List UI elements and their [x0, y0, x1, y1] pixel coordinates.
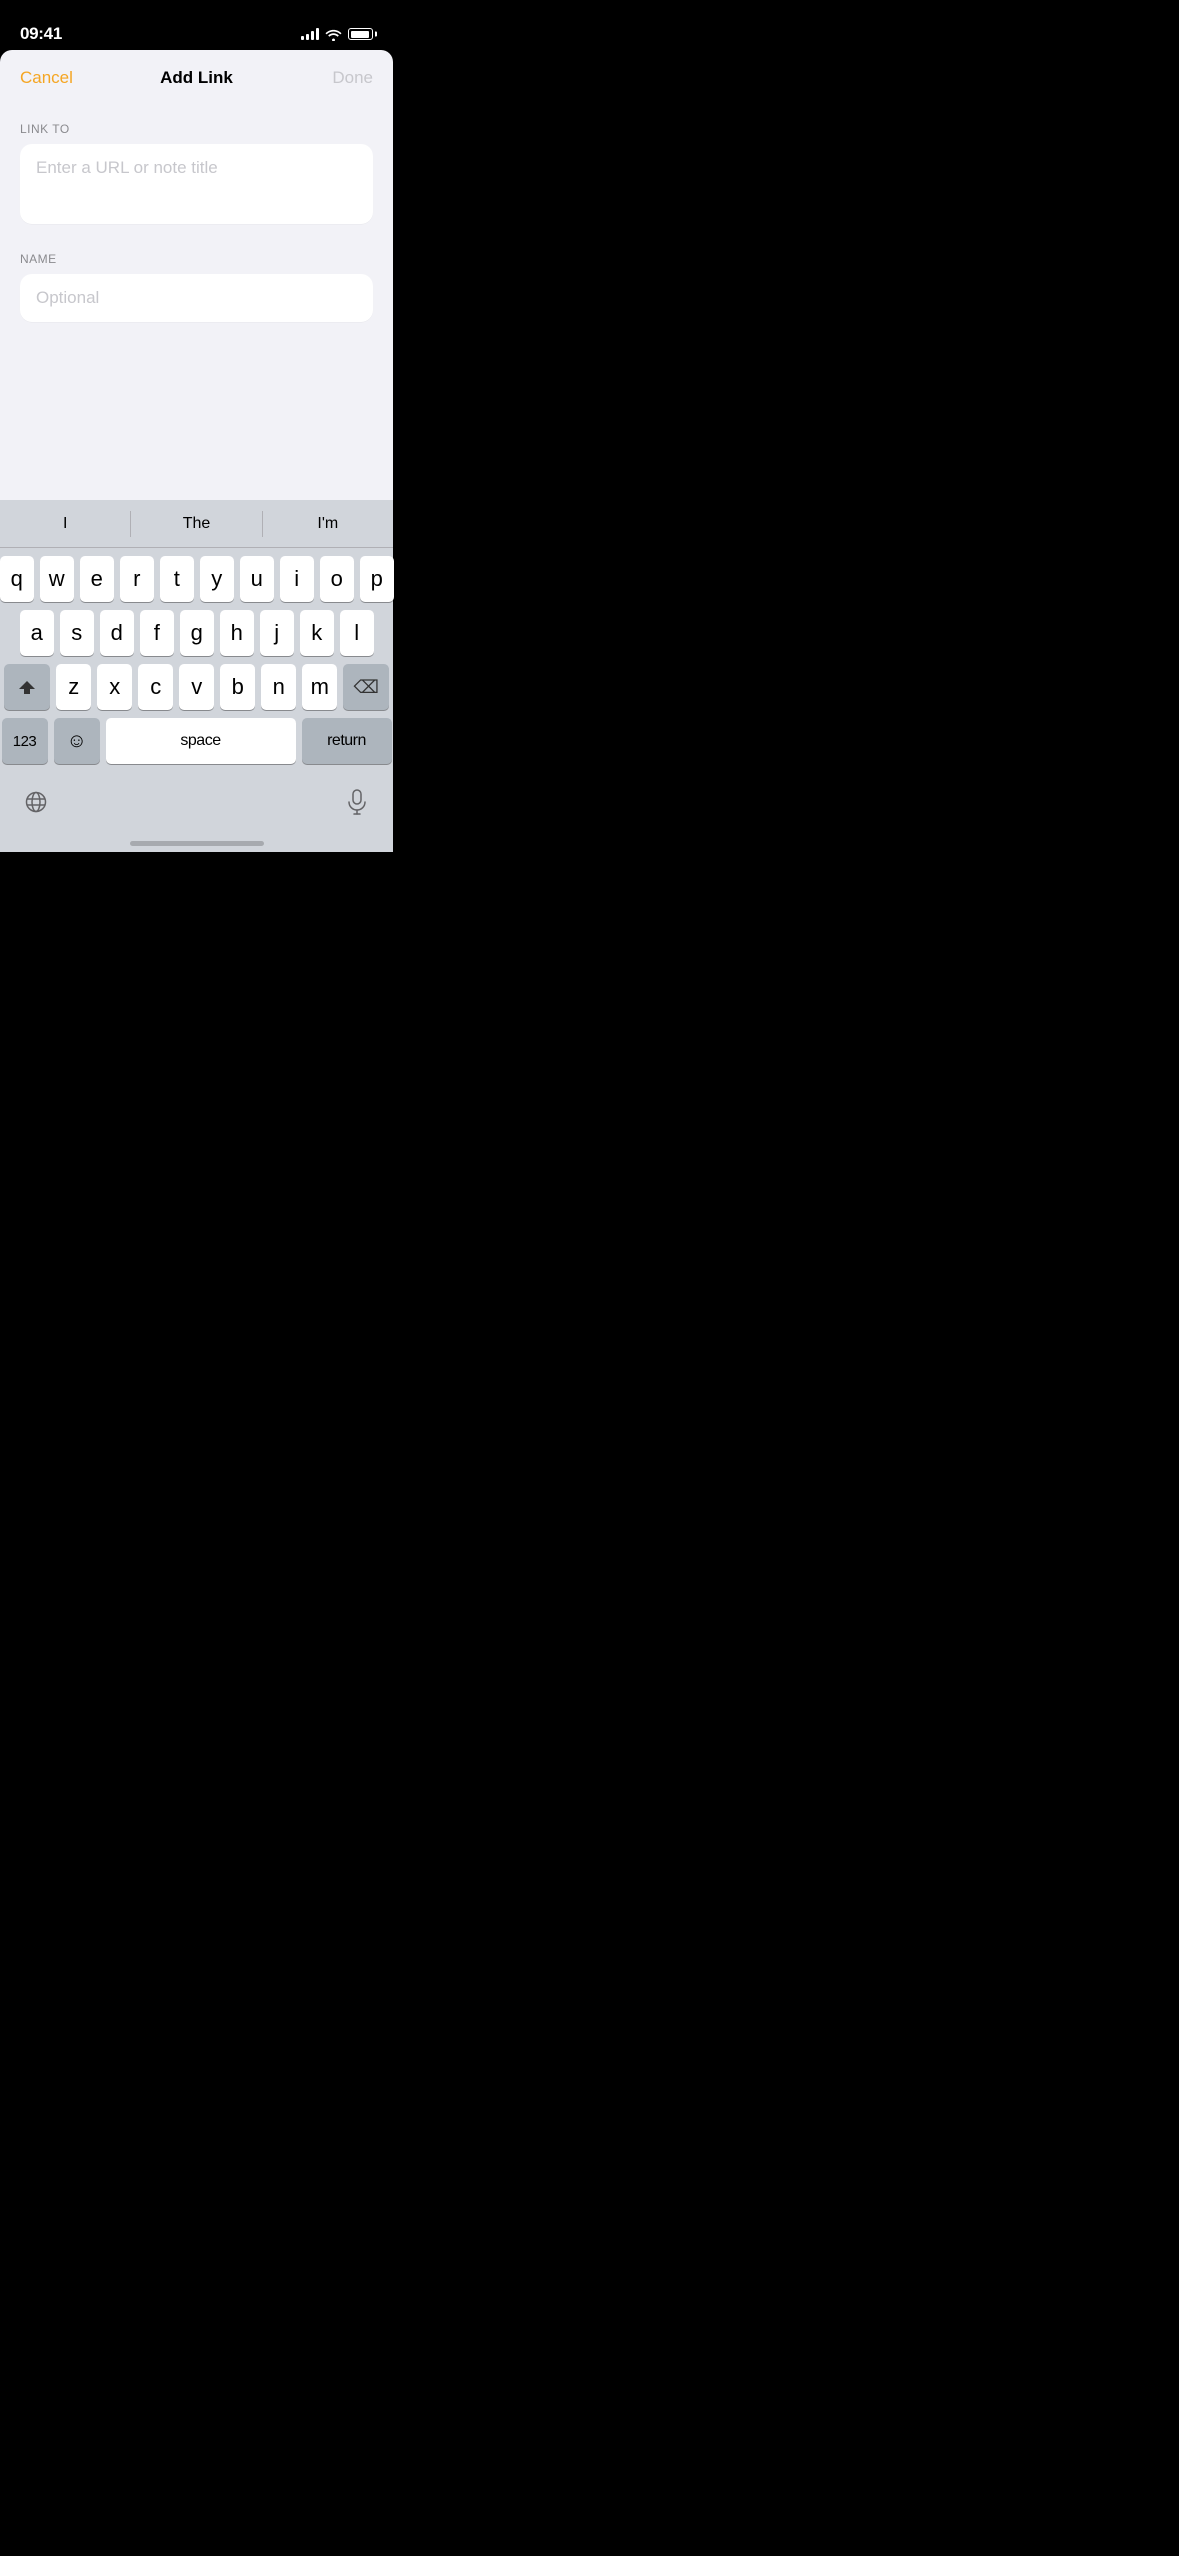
link-to-input[interactable]: Enter a URL or note title	[20, 144, 373, 224]
key-row-1: q w e r t y u i o p	[4, 556, 389, 602]
key-r[interactable]: r	[120, 556, 154, 602]
cancel-button[interactable]: Cancel	[20, 68, 73, 88]
key-u[interactable]: u	[240, 556, 274, 602]
wifi-icon	[325, 28, 342, 41]
emoji-icon: ☺	[67, 730, 87, 753]
key-b[interactable]: b	[220, 664, 255, 710]
key-s[interactable]: s	[60, 610, 94, 656]
key-v[interactable]: v	[179, 664, 214, 710]
key-x[interactable]: x	[97, 664, 132, 710]
mic-icon	[347, 789, 367, 815]
status-icons	[301, 28, 373, 41]
return-key[interactable]: return	[302, 718, 392, 764]
shift-icon	[19, 681, 35, 694]
globe-button[interactable]	[14, 780, 58, 824]
keyboard: I The I'm q w e r t y u i o	[0, 500, 393, 852]
numbers-key[interactable]: 123	[2, 718, 48, 764]
key-h[interactable]: h	[220, 610, 254, 656]
key-p[interactable]: p	[360, 556, 394, 602]
key-o[interactable]: o	[320, 556, 354, 602]
key-i[interactable]: i	[280, 556, 314, 602]
globe-icon	[24, 790, 48, 814]
name-placeholder: Optional	[36, 288, 99, 308]
space-key[interactable]: space	[106, 718, 296, 764]
nav-title: Add Link	[160, 68, 233, 88]
emoji-key[interactable]: ☺	[54, 718, 100, 764]
key-d[interactable]: d	[100, 610, 134, 656]
backspace-key[interactable]: ⌫	[343, 664, 389, 710]
home-indicator	[130, 841, 264, 846]
link-to-placeholder: Enter a URL or note title	[36, 158, 218, 178]
key-row-3: z x c v b n m ⌫	[4, 664, 389, 710]
key-y[interactable]: y	[200, 556, 234, 602]
key-k[interactable]: k	[300, 610, 334, 656]
autocomplete-bar: I The I'm	[0, 500, 393, 548]
status-bar: 09:41	[0, 0, 393, 54]
key-g[interactable]: g	[180, 610, 214, 656]
autocomplete-item-2[interactable]: The	[131, 515, 261, 533]
mic-button[interactable]	[335, 780, 379, 824]
key-a[interactable]: a	[20, 610, 54, 656]
key-row-4: 123 ☺ space return	[4, 718, 389, 764]
key-l[interactable]: l	[340, 610, 374, 656]
bottom-accessories	[0, 776, 393, 852]
key-j[interactable]: j	[260, 610, 294, 656]
status-time: 09:41	[20, 24, 62, 44]
key-q[interactable]: q	[0, 556, 34, 602]
key-t[interactable]: t	[160, 556, 194, 602]
key-m[interactable]: m	[302, 664, 337, 710]
battery-icon	[348, 28, 373, 40]
key-f[interactable]: f	[140, 610, 174, 656]
autocomplete-item-1[interactable]: I	[0, 515, 130, 533]
link-to-label: LINK TO	[20, 122, 373, 136]
backspace-icon: ⌫	[354, 677, 379, 698]
form-content: LINK TO Enter a URL or note title NAME O…	[0, 106, 393, 366]
name-input[interactable]: Optional	[20, 274, 373, 322]
done-button[interactable]: Done	[332, 68, 373, 88]
key-row-2: a s d f g h j k l	[4, 610, 389, 656]
key-c[interactable]: c	[138, 664, 173, 710]
key-e[interactable]: e	[80, 556, 114, 602]
signal-icon	[301, 28, 319, 40]
autocomplete-item-3[interactable]: I'm	[263, 515, 393, 533]
modal-sheet: Cancel Add Link Done LINK TO Enter a URL…	[0, 50, 393, 852]
name-label: NAME	[20, 252, 373, 266]
shift-key[interactable]	[4, 664, 50, 710]
key-n[interactable]: n	[261, 664, 296, 710]
nav-bar: Cancel Add Link Done	[0, 50, 393, 106]
key-z[interactable]: z	[56, 664, 91, 710]
keyboard-rows: q w e r t y u i o p a s d f g h j k	[0, 548, 393, 776]
key-w[interactable]: w	[40, 556, 74, 602]
